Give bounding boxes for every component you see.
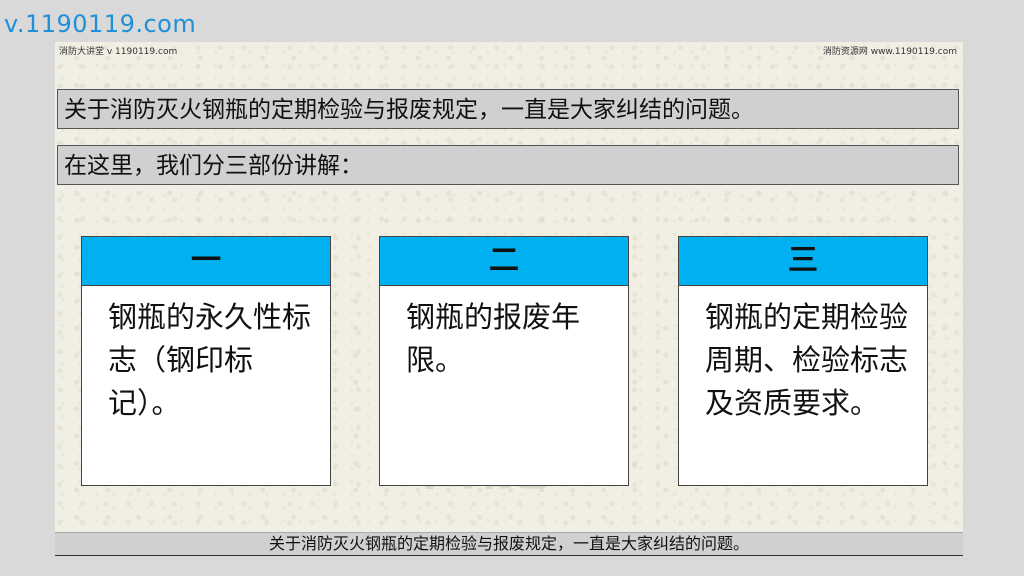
section-card-2-header: 二 bbox=[380, 237, 628, 286]
slide-header-right: 消防资源网 www.1190119.com bbox=[822, 47, 957, 57]
presentation-slide: 消防大讲堂 v 1190119.com 消防资源网 www.1190119.co… bbox=[55, 42, 963, 532]
section-card-3: 三 钢瓶的定期检验周期、检验标志及资质要求。 bbox=[678, 236, 928, 486]
slide-header-left: 消防大讲堂 v 1190119.com bbox=[59, 47, 178, 57]
section-card-1-header: 一 bbox=[82, 237, 330, 286]
section-card-1-body: 钢瓶的永久性标志（钢印标记）。 bbox=[108, 300, 312, 420]
section-card-3-body: 钢瓶的定期检验周期、检验标志及资质要求。 bbox=[705, 300, 909, 420]
video-url-watermark: v.1190119.com bbox=[4, 10, 197, 38]
section-card-3-header: 三 bbox=[679, 237, 927, 286]
outline-text-bar: 在这里，我们分三部份讲解： bbox=[57, 145, 959, 185]
intro-text-bar: 关于消防灭火钢瓶的定期检验与报废规定，一直是大家纠结的问题。 bbox=[57, 89, 959, 129]
section-card-2-body: 钢瓶的报废年限。 bbox=[406, 300, 581, 377]
section-card-2: 二 钢瓶的报废年限。 bbox=[379, 236, 629, 486]
video-subtitle: 关于消防灭火钢瓶的定期检验与报废规定，一直是大家纠结的问题。 bbox=[55, 532, 963, 556]
section-card-1: 一 钢瓶的永久性标志（钢印标记）。 bbox=[81, 236, 331, 486]
